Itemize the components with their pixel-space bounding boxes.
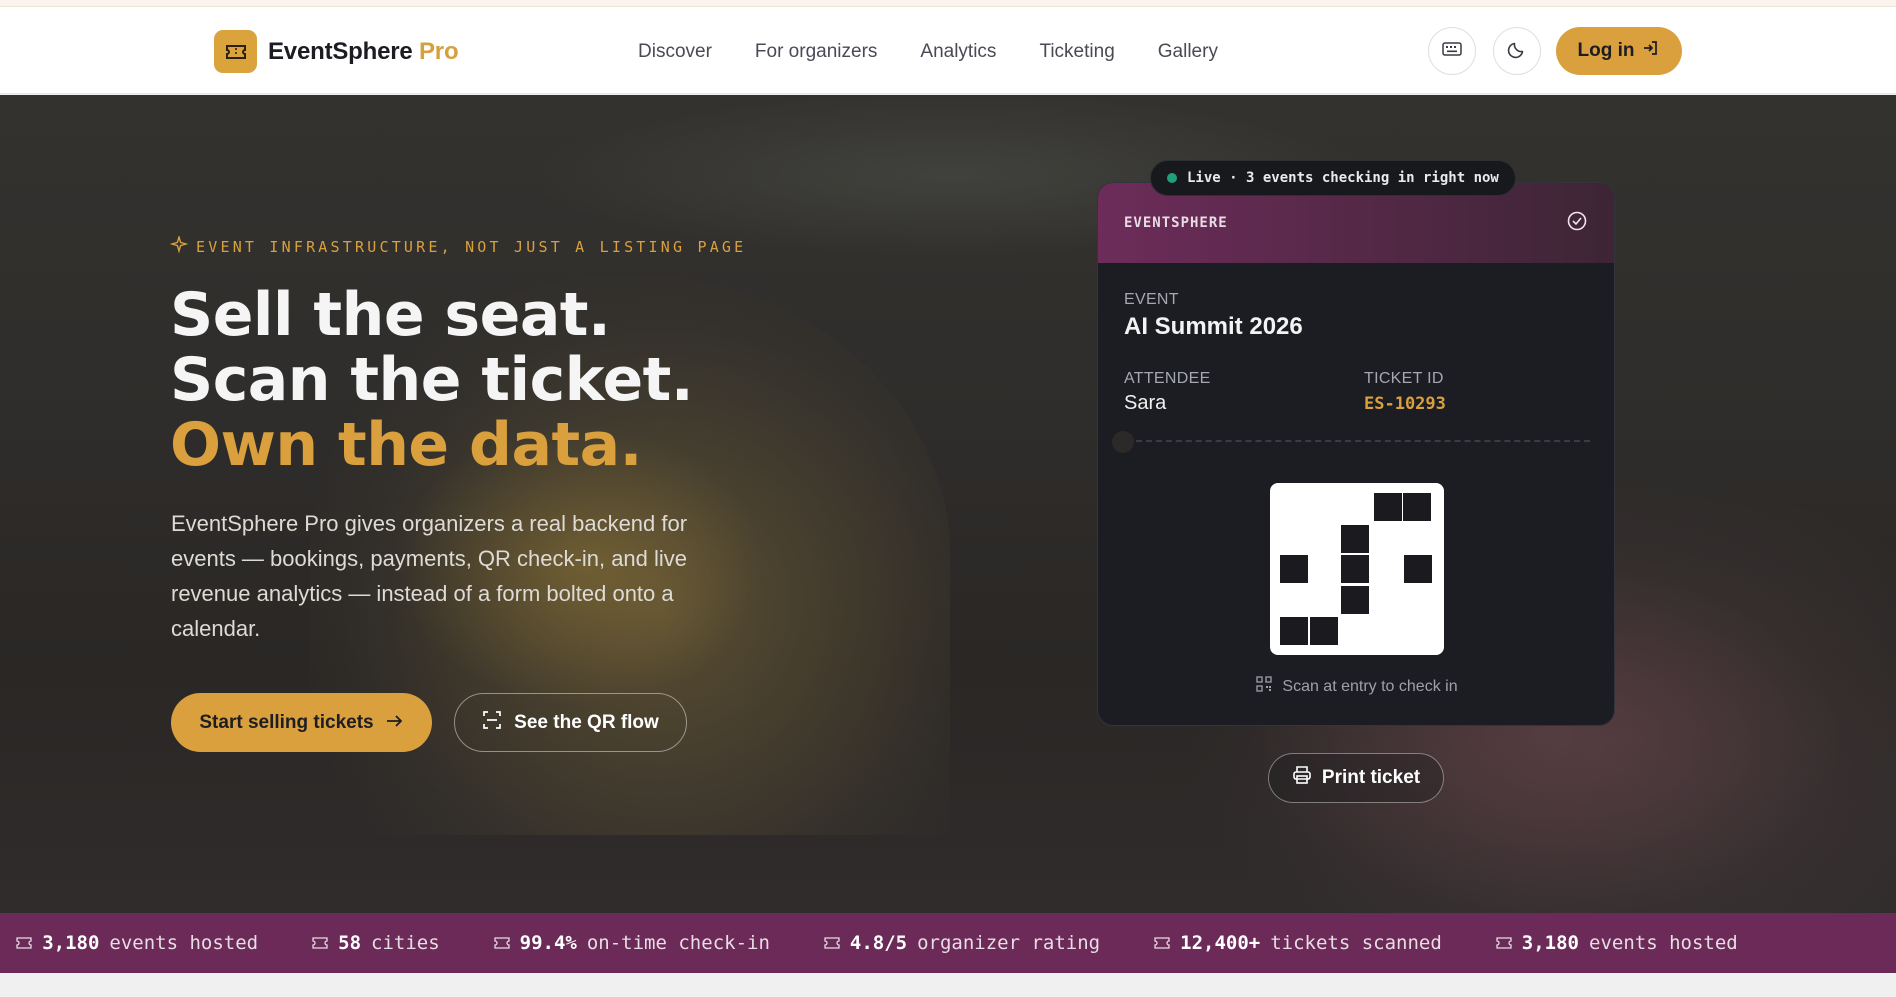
ticker-item-text: tickets scanned <box>1270 932 1442 954</box>
live-status-badge: Live · 3 events checking in right now <box>1150 160 1516 196</box>
nav-analytics[interactable]: Analytics <box>920 41 996 63</box>
brand-name: EventSphere Pro <box>268 37 459 65</box>
ticker-item-text: organizer rating <box>917 932 1101 954</box>
ticket-icon <box>16 932 32 954</box>
ticket-icon <box>1496 932 1512 954</box>
ticker-item-value: 58 <box>338 932 362 954</box>
start-selling-button[interactable]: Start selling tickets <box>171 693 432 752</box>
ticket-brand-tag: EVENTSPHERE <box>1124 215 1228 231</box>
nav-ticketing[interactable]: Ticketing <box>1039 41 1114 63</box>
verified-check-icon <box>1566 210 1588 237</box>
moon-icon <box>1507 39 1527 64</box>
scan-frame-icon <box>482 710 502 736</box>
eyebrow-text: EVENT INFRASTRUCTURE, NOT JUST A LISTING… <box>196 238 747 256</box>
sparkle-icon <box>169 234 189 258</box>
login-label: Log in <box>1577 40 1635 61</box>
ticket-id-value: ES-10293 <box>1364 394 1446 414</box>
stats-ticker: anned 3,180 events hosted 58 cities 99.4… <box>0 913 1896 973</box>
see-qr-flow-button[interactable]: See the QR flow <box>454 693 687 752</box>
ticket-logo-icon <box>214 30 257 73</box>
event-value: AI Summit 2026 <box>1124 313 1303 340</box>
site-header: EventSphere Pro Discover For organizers … <box>0 7 1896 94</box>
ticket-id-label: TICKET ID <box>1364 370 1444 387</box>
scan-hint-text: Scan at entry to check in <box>1282 677 1458 695</box>
theme-toggle-button[interactable] <box>1493 27 1541 75</box>
ticket-event-block: EVENT AI Summit 2026 <box>1124 291 1303 341</box>
scan-hint: Scan at entry to check in <box>1098 676 1614 697</box>
headline-line-1: Sell the seat. <box>170 280 611 350</box>
qr-code <box>1270 483 1444 655</box>
ticket-icon <box>494 932 510 954</box>
ticker-item-text: cities <box>371 932 440 954</box>
ticker-item: 3,180 events hosted <box>16 932 258 954</box>
ticket-id-block: TICKET ID ES-10293 <box>1364 370 1446 414</box>
login-button[interactable]: Log in <box>1556 27 1682 75</box>
ticker-item: 12,400+ tickets scanned <box>1154 932 1442 954</box>
ticker-item-text: events hosted <box>109 932 259 954</box>
hero-headline: Sell the seat. Scan the ticket. Own the … <box>170 280 694 480</box>
ticker-item: 58 cities <box>312 932 440 954</box>
cta-primary-label: Start selling tickets <box>199 711 374 733</box>
cta-secondary-label: See the QR flow <box>514 711 659 733</box>
hero-eyebrow: EVENT INFRASTRUCTURE, NOT JUST A LISTING… <box>169 234 747 258</box>
ticker-track: anned 3,180 events hosted 58 cities 99.4… <box>0 913 1792 973</box>
ticket-attendee-block: ATTENDEE Sara <box>1124 370 1211 415</box>
ticket-icon <box>312 932 328 954</box>
keyboard-icon <box>1442 41 1462 61</box>
hero-lead: EventSphere Pro gives organizers a real … <box>171 511 688 641</box>
ticker-item-text: on-time check-in <box>586 932 770 954</box>
nav-for-organizers[interactable]: For organizers <box>755 41 878 63</box>
ticket-card: EVENTSPHERE EVENT AI Summit 2026 ATTENDE… <box>1097 182 1615 726</box>
attendee-value: Sara <box>1124 392 1167 414</box>
live-dot-icon <box>1167 173 1177 183</box>
ticket-notch <box>1112 431 1134 453</box>
ticker-item-text: events hosted <box>1589 932 1738 954</box>
login-arrow-icon <box>1642 39 1660 63</box>
qr-icon <box>1256 676 1273 697</box>
ticker-item-value: 3,180 <box>42 932 100 954</box>
keyboard-shortcuts-button[interactable] <box>1428 27 1476 75</box>
page-bottom-strip <box>0 973 1896 997</box>
attendee-label: ATTENDEE <box>1124 370 1211 387</box>
ticker-item: 3,180 events hosted <box>1496 932 1738 954</box>
ticker-item-value: 4.8/5 <box>849 932 908 954</box>
live-status-text: Live · 3 events checking in right now <box>1187 170 1499 186</box>
ticker-item: 99.4% on-time check-in <box>494 932 770 954</box>
ticket-icon <box>824 932 840 954</box>
ticker-item-value: 99.4% <box>519 932 577 954</box>
brand-logo[interactable]: EventSphere Pro <box>214 30 459 73</box>
ticket-icon <box>1154 932 1170 954</box>
top-accent-line <box>0 0 1896 7</box>
print-label: Print ticket <box>1321 767 1421 788</box>
ticker-item-value: 12,400+ <box>1180 932 1261 954</box>
printer-icon <box>1292 765 1312 791</box>
event-label: EVENT <box>1124 291 1179 308</box>
main-nav: Discover For organizers Analytics Ticket… <box>638 41 1218 63</box>
arrow-right-icon <box>386 712 404 734</box>
nav-gallery[interactable]: Gallery <box>1158 41 1218 63</box>
ticker-item: 4.8/5 organizer rating <box>824 932 1100 954</box>
hero-section: EVENT INFRASTRUCTURE, NOT JUST A LISTING… <box>0 95 1896 913</box>
ticket-perforation <box>1136 440 1590 442</box>
brand-suffix: Pro <box>419 37 459 65</box>
headline-line-2: Scan the ticket. <box>170 345 694 415</box>
headline-line-3: Own the data. <box>170 410 642 480</box>
nav-discover[interactable]: Discover <box>638 41 712 63</box>
ticker-item-value: 3,180 <box>1521 932 1579 954</box>
print-ticket-button[interactable]: Print ticket <box>1268 753 1444 803</box>
